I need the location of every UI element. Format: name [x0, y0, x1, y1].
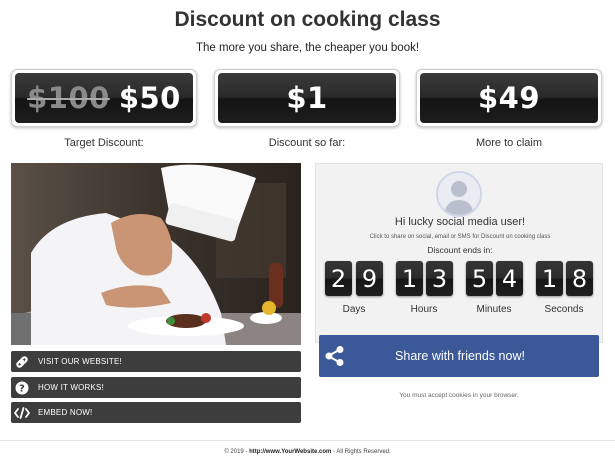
days-label: Days	[342, 304, 366, 315]
share-button-label: Share with friends now!	[395, 349, 525, 363]
chef-photo	[11, 163, 301, 345]
link-icon	[11, 351, 33, 372]
embed-now-button[interactable]: EMBED NOW!	[11, 402, 301, 423]
footer-link[interactable]: http://www.YourWebsite.com	[249, 449, 331, 455]
discount-so-far-value: $1	[286, 81, 328, 115]
embed-now-label: EMBED NOW!	[38, 408, 93, 417]
minutes-digit-1: 5	[466, 261, 493, 296]
more-to-claim-box: $49	[416, 69, 602, 127]
discount-so-far-label: Discount so far:	[268, 137, 346, 149]
cookie-notice: You must accept cookies in your browser.	[399, 392, 519, 399]
page-title: Discount on cooking class	[174, 8, 441, 31]
question-icon: ?	[11, 377, 33, 398]
footer-copyright: © 2019 -	[224, 449, 250, 455]
minutes-digit-2: 4	[496, 261, 523, 296]
page-subtitle: The more you share, the cheaper you book…	[195, 42, 420, 54]
footer: © 2019 - http://www.YourWebsite.com - Al…	[0, 449, 615, 455]
svg-text:?: ?	[19, 383, 25, 394]
footer-divider	[0, 440, 615, 441]
countdown-panel: Hi lucky social media user! Click to sha…	[315, 163, 603, 343]
avatar	[436, 171, 482, 217]
hours-label: Hours	[410, 304, 438, 315]
visit-website-button[interactable]: VISIT OUR WEBSITE!	[11, 351, 301, 372]
hours-digit-1: 1	[396, 261, 423, 296]
minutes-label: Minutes	[476, 304, 512, 315]
code-icon	[11, 402, 33, 423]
how-it-works-label: HOW IT WORKS!	[38, 383, 105, 392]
how-it-works-button[interactable]: ? HOW IT WORKS!	[11, 377, 301, 398]
share-icon	[319, 335, 351, 377]
seconds-digit-2: 8	[566, 261, 593, 296]
target-discount-label: Target Discount:	[64, 137, 144, 149]
footer-rights: - All Rights Reserved.	[331, 449, 391, 455]
more-to-claim-label: More to claim	[475, 137, 543, 149]
seconds-digit-1: 1	[536, 261, 563, 296]
share-instructions: Click to share on social, email or SMS f…	[369, 234, 551, 240]
hours-digit-2: 3	[426, 261, 453, 296]
days-digit-2: 9	[356, 261, 383, 296]
seconds-label: Seconds	[544, 304, 584, 315]
days-digit-1: 2	[325, 261, 352, 296]
discount-ends-label: Discount ends in:	[427, 245, 493, 255]
visit-website-label: VISIT OUR WEBSITE!	[38, 357, 122, 366]
discount-so-far-box: $1	[214, 69, 400, 127]
share-with-friends-button[interactable]: Share with friends now!	[319, 335, 599, 377]
more-to-claim-value: $49	[477, 81, 541, 115]
greeting-text: Hi lucky social media user!	[394, 216, 526, 228]
target-discount-box: $100 $50	[11, 69, 197, 127]
original-price: $100	[27, 81, 110, 115]
target-price: $50	[118, 81, 181, 115]
